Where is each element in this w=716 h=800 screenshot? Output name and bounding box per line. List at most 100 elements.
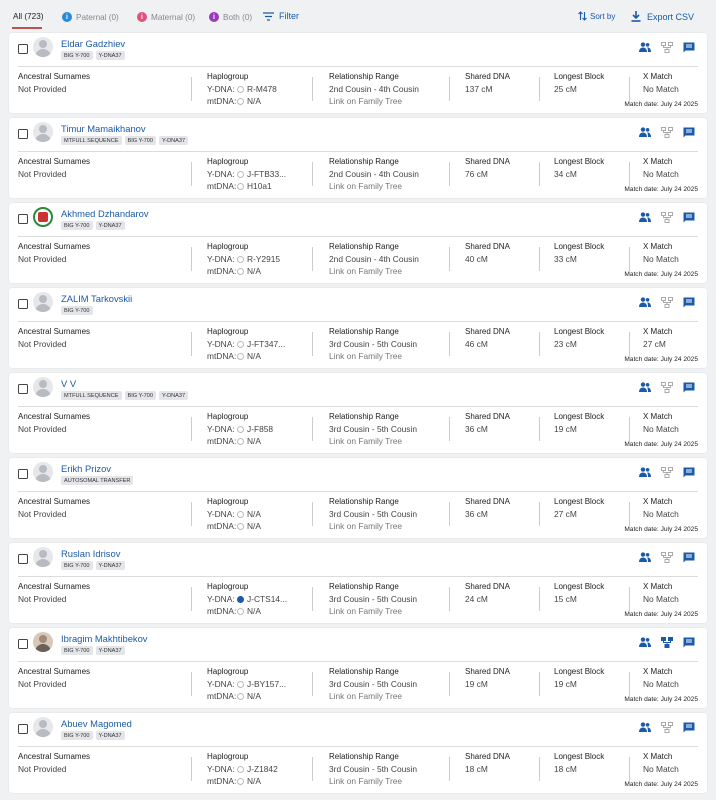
family-tree-icon[interactable] [661, 466, 673, 478]
ancestral-surnames-column: Ancestral Surnames Not Provided [18, 242, 90, 264]
ydna-value[interactable]: R-Y2915 [247, 254, 280, 264]
people-icon[interactable] [639, 721, 651, 733]
message-icon[interactable] [683, 41, 695, 53]
people-icon[interactable] [639, 126, 651, 138]
tab-all[interactable]: All (723) [13, 12, 44, 21]
match-name[interactable]: Ibragim Makhtibekov [61, 633, 148, 644]
avatar[interactable] [33, 377, 53, 397]
sort-button[interactable]: Sort by [578, 11, 615, 21]
family-tree-icon[interactable] [661, 721, 673, 733]
message-icon[interactable] [683, 721, 695, 733]
mtdna-value[interactable]: H10a1 [247, 181, 272, 191]
mtdna-value[interactable]: N/A [247, 521, 261, 531]
family-tree-icon[interactable] [661, 126, 673, 138]
select-checkbox[interactable] [18, 129, 28, 139]
ydna-value[interactable]: J-Z1842 [247, 764, 278, 774]
select-checkbox[interactable] [18, 44, 28, 54]
column-separator [312, 77, 313, 101]
tab-maternal[interactable]: i Maternal (0) [137, 12, 195, 22]
family-tree-icon[interactable] [661, 381, 673, 393]
avatar[interactable] [33, 547, 53, 567]
family-tree-icon[interactable] [661, 211, 673, 223]
select-checkbox[interactable] [18, 724, 28, 734]
family-tree-link[interactable]: Link on Family Tree [329, 96, 419, 106]
family-tree-link[interactable]: Link on Family Tree [329, 776, 417, 786]
mtdna-value[interactable]: N/A [247, 266, 261, 276]
people-icon[interactable] [639, 636, 651, 648]
people-icon[interactable] [639, 551, 651, 563]
status-dot-icon [237, 170, 244, 178]
longest-block-value: 33 cM [554, 254, 577, 264]
ydna-value[interactable]: J-BY157... [247, 679, 286, 689]
shared-dna-label: Shared DNA [465, 582, 510, 591]
select-checkbox[interactable] [18, 469, 28, 479]
avatar[interactable] [33, 632, 53, 652]
match-name[interactable]: Eldar Gadzhiev [61, 38, 125, 49]
match-actions [639, 721, 695, 733]
select-checkbox[interactable] [18, 299, 28, 309]
match-name[interactable]: ZALIM Tarkovskii [61, 293, 132, 304]
mtdna-value[interactable]: N/A [247, 606, 261, 616]
ydna-value[interactable]: J-F858 [247, 424, 273, 434]
avatar[interactable] [33, 462, 53, 482]
export-csv-button[interactable]: Export CSV [631, 11, 694, 22]
ydna-value[interactable]: J-CTS14... [247, 594, 287, 604]
match-name[interactable]: Timur Mamaikhanov [61, 123, 146, 134]
mtdna-value[interactable]: N/A [247, 96, 261, 106]
match-name[interactable]: V V [61, 378, 76, 389]
people-icon[interactable] [639, 296, 651, 308]
select-checkbox[interactable] [18, 639, 28, 649]
ydna-value[interactable]: N/A [247, 509, 261, 519]
select-checkbox[interactable] [18, 214, 28, 224]
tab-paternal[interactable]: i Paternal (0) [62, 12, 119, 22]
shared-dna-column: Shared DNA 137 cM [465, 72, 510, 94]
mtdna-value[interactable]: N/A [247, 351, 261, 361]
mtdna-value[interactable]: N/A [247, 776, 261, 786]
message-icon[interactable] [683, 636, 695, 648]
family-tree-icon[interactable] [661, 296, 673, 308]
people-icon[interactable] [639, 41, 651, 53]
family-tree-icon[interactable] [661, 551, 673, 563]
mtdna-value[interactable]: N/A [247, 691, 261, 701]
avatar[interactable] [33, 37, 53, 57]
select-checkbox[interactable] [18, 554, 28, 564]
select-checkbox[interactable] [18, 384, 28, 394]
message-icon[interactable] [683, 211, 695, 223]
relationship-label: Relationship Range [329, 497, 399, 506]
family-tree-icon[interactable] [661, 636, 673, 648]
column-separator [312, 247, 313, 271]
family-tree-icon[interactable] [661, 41, 673, 53]
avatar[interactable] [33, 122, 53, 142]
x-match-column: X Match 27 cM [643, 327, 672, 349]
x-match-value: No Match [643, 254, 679, 264]
match-name[interactable]: Erikh Prizov [61, 463, 111, 474]
longest-block-column: Longest Block 27 cM [554, 497, 604, 519]
filter-button[interactable]: Filter [263, 11, 299, 21]
message-icon[interactable] [683, 296, 695, 308]
avatar[interactable] [33, 717, 53, 737]
message-icon[interactable] [683, 551, 695, 563]
ydna-value[interactable]: R-M478 [247, 84, 277, 94]
avatar[interactable] [33, 292, 53, 312]
family-tree-link[interactable]: Link on Family Tree [329, 351, 417, 361]
family-tree-link[interactable]: Link on Family Tree [329, 521, 417, 531]
avatar[interactable] [33, 207, 53, 227]
family-tree-link[interactable]: Link on Family Tree [329, 436, 417, 446]
message-icon[interactable] [683, 126, 695, 138]
match-name[interactable]: Abuev Magomed [61, 718, 132, 729]
tab-both[interactable]: i Both (0) [209, 12, 252, 22]
match-name[interactable]: Ruslan Idrisov [61, 548, 120, 559]
family-tree-link[interactable]: Link on Family Tree [329, 606, 417, 616]
family-tree-link[interactable]: Link on Family Tree [329, 181, 419, 191]
ydna-value[interactable]: J-FTB33... [247, 169, 286, 179]
match-name[interactable]: Akhmed Dzhandarov [61, 208, 149, 219]
mtdna-value[interactable]: N/A [247, 436, 261, 446]
message-icon[interactable] [683, 466, 695, 478]
family-tree-link[interactable]: Link on Family Tree [329, 266, 419, 276]
family-tree-link[interactable]: Link on Family Tree [329, 691, 417, 701]
people-icon[interactable] [639, 381, 651, 393]
people-icon[interactable] [639, 211, 651, 223]
people-icon[interactable] [639, 466, 651, 478]
ydna-value[interactable]: J-FT347... [247, 339, 285, 349]
message-icon[interactable] [683, 381, 695, 393]
